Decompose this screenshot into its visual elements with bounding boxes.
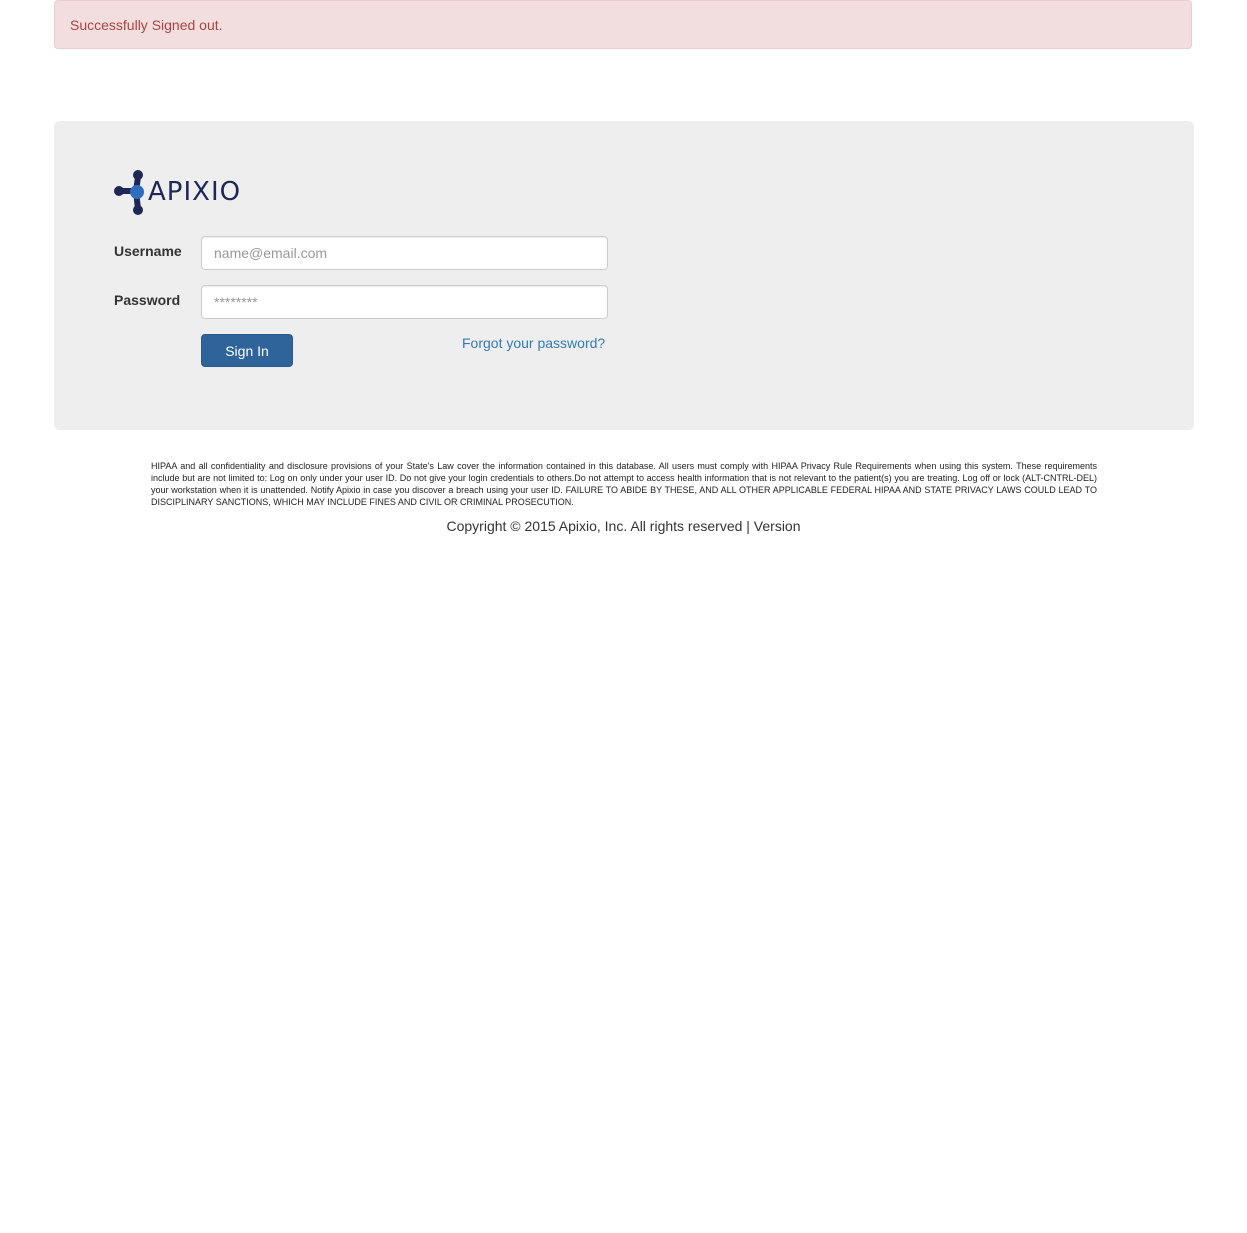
apixio-molecule-logo-icon bbox=[114, 170, 144, 215]
sign-in-button[interactable]: Sign In bbox=[201, 334, 293, 367]
alert-message: Successfully Signed out. bbox=[70, 17, 223, 33]
password-label: Password bbox=[114, 292, 181, 308]
signout-alert: Successfully Signed out. bbox=[54, 0, 1192, 49]
logo-wordmark: APIXIO bbox=[148, 177, 242, 207]
login-panel: APIXIO Username Password Sign In Forgot … bbox=[54, 121, 1194, 430]
forgot-password-link[interactable]: Forgot your password? bbox=[462, 335, 605, 351]
password-input[interactable] bbox=[201, 285, 608, 319]
copyright-text: Copyright © 2015 Apixio, Inc. All rights… bbox=[446, 518, 801, 534]
apixio-logo: APIXIO bbox=[114, 169, 240, 217]
username-input[interactable] bbox=[201, 236, 608, 270]
username-label: Username bbox=[114, 243, 182, 259]
hipaa-disclaimer: HIPAA and all confidentiality and disclo… bbox=[151, 461, 1097, 507]
